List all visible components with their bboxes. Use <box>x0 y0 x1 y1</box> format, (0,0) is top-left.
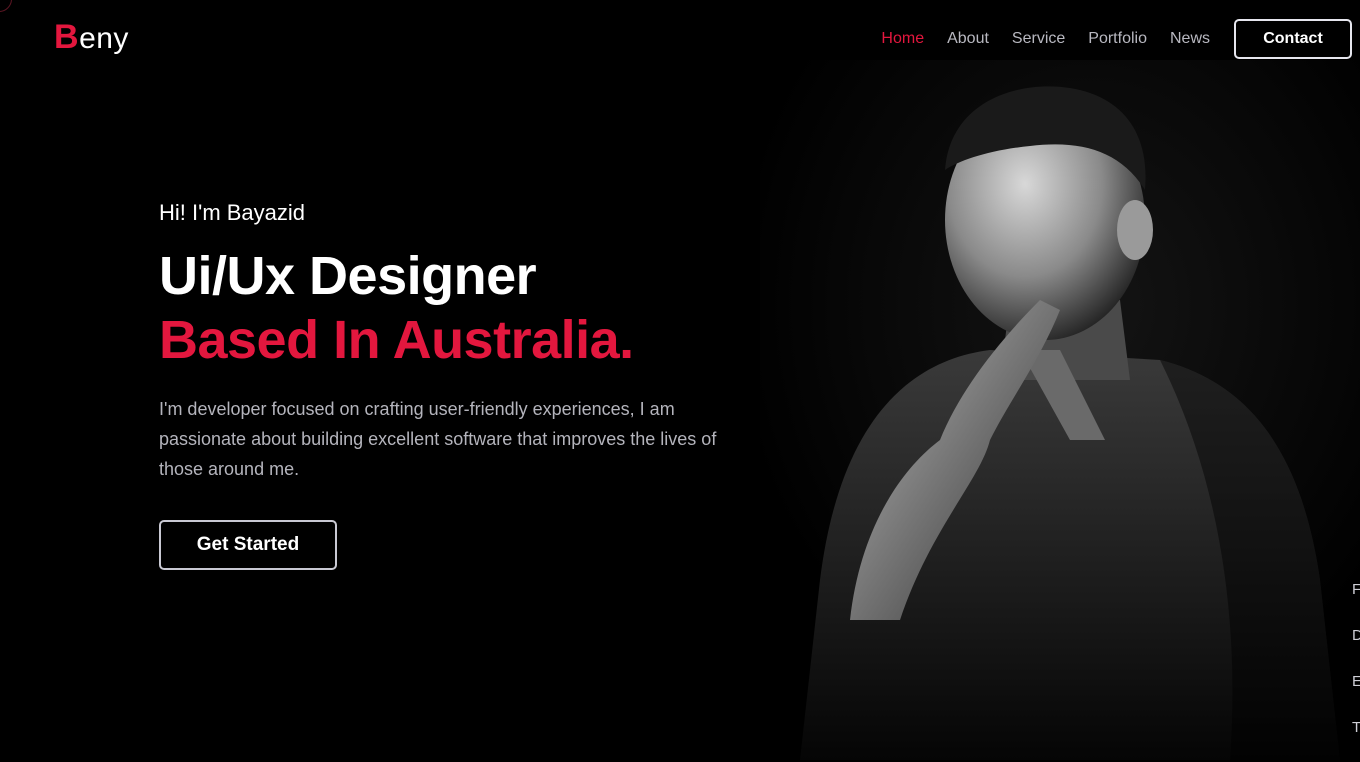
hero-section: Hi! I'm Bayazid Ui/Ux Designer Based In … <box>159 198 779 570</box>
side-letter: T <box>1352 719 1360 736</box>
nav-portfolio[interactable]: Portfolio <box>1088 19 1147 59</box>
side-letter: F <box>1352 581 1360 598</box>
hero-greeting: Hi! I'm Bayazid <box>159 200 306 225</box>
hero-title-line1: Ui/Ux Designer <box>159 246 537 306</box>
nav-service[interactable]: Service <box>1012 19 1065 59</box>
brand-initial: B <box>54 18 80 56</box>
brand-rest: eny <box>79 22 129 55</box>
hero-title-line2: Based In Australia. <box>159 310 634 370</box>
contact-button[interactable]: Contact <box>1234 19 1352 59</box>
decorative-arc <box>0 0 12 12</box>
brand-logo[interactable]: Beny <box>54 18 129 57</box>
main-nav: Home About Service Portfolio News Contac… <box>858 19 1352 59</box>
nav-home[interactable]: Home <box>881 19 924 59</box>
portrait-photo <box>760 60 1360 760</box>
side-letter: D <box>1352 627 1360 644</box>
side-letter: E <box>1352 673 1360 690</box>
nav-news[interactable]: News <box>1170 19 1210 59</box>
side-text-column: F D E T <box>1352 578 1360 762</box>
nav-about[interactable]: About <box>947 19 989 59</box>
hero-description: I'm developer focused on crafting user-f… <box>159 399 717 479</box>
get-started-button[interactable]: Get Started <box>159 520 337 570</box>
